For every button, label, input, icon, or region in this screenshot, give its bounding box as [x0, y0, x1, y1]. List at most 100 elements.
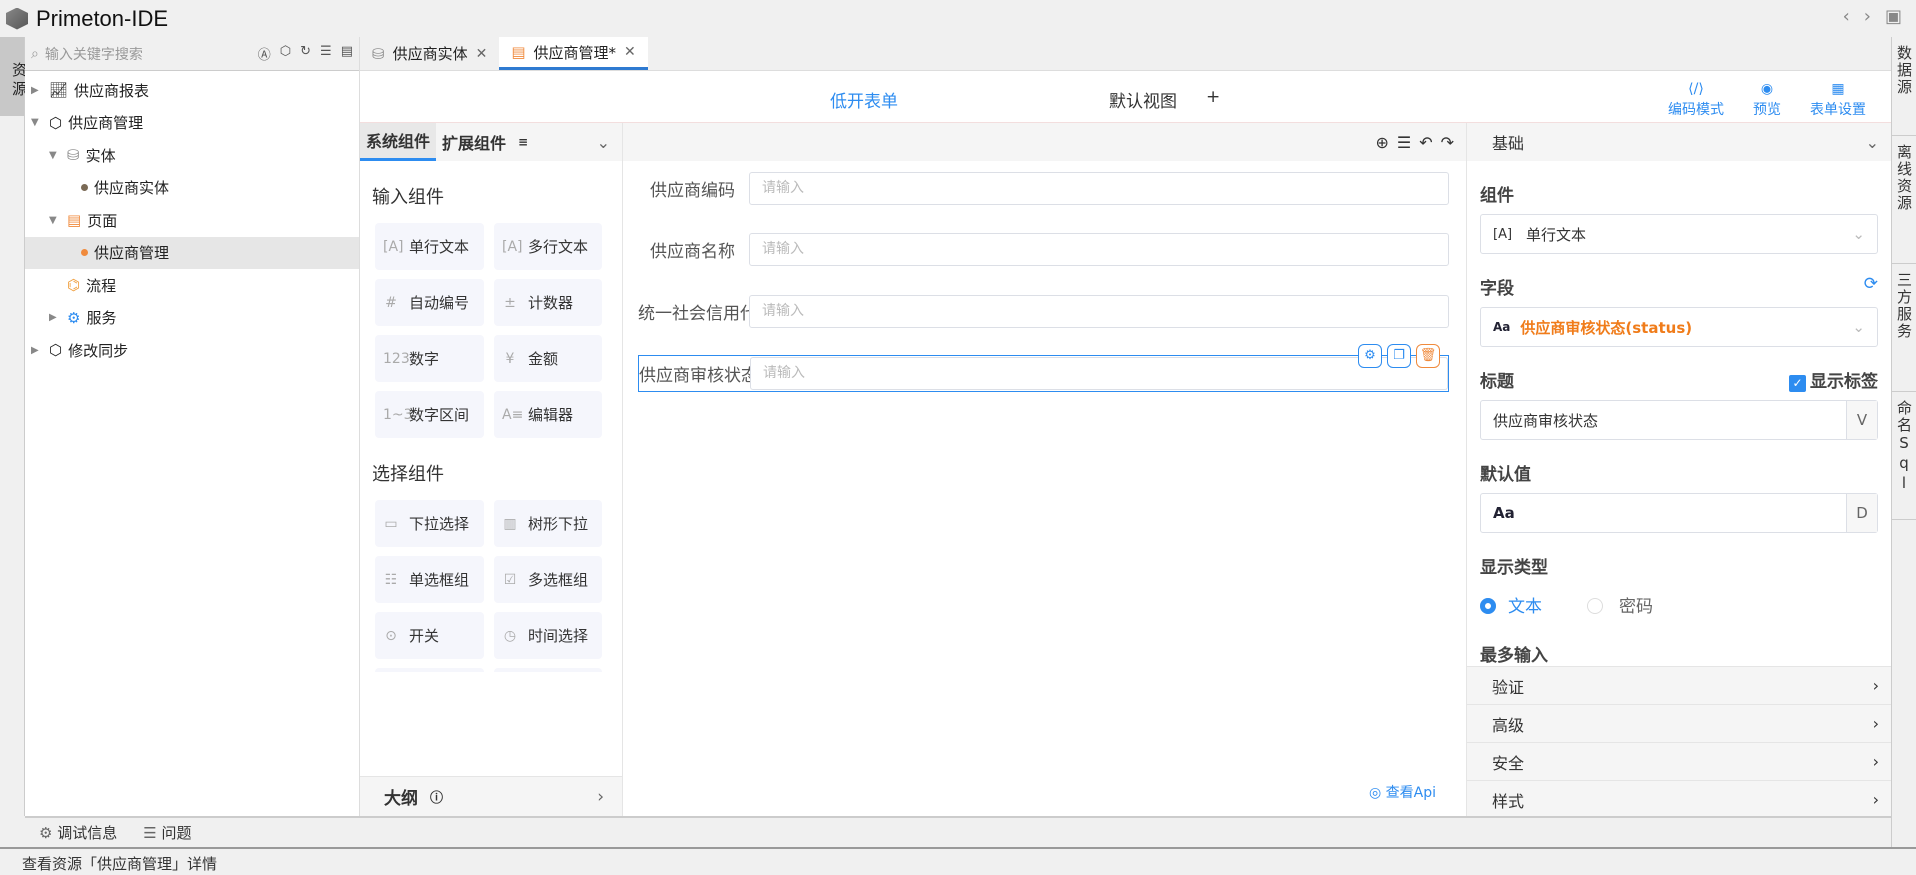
tree-item-entity-file[interactable]: 供应商实体 — [25, 172, 359, 205]
debug-tab[interactable]: ⚙ 调试信息 — [39, 822, 117, 843]
accordion-style[interactable]: 样式 › — [1467, 780, 1891, 818]
side-tab-datasource[interactable]: 数据源 — [1892, 37, 1916, 136]
redo-icon[interactable]: ↷ — [1441, 133, 1454, 152]
text-input[interactable]: 请输入 — [749, 233, 1449, 266]
component-card[interactable]: A≡ 编辑器 — [494, 391, 602, 438]
clock-icon: ◷ — [503, 627, 517, 644]
side-tab-offline[interactable]: 离线资源 — [1892, 136, 1916, 264]
tree-item-process[interactable]: ⌬ 流程 — [25, 269, 359, 302]
back-icon[interactable]: ‹ — [1843, 6, 1850, 27]
component-card[interactable]: ▥ 树形下拉 — [494, 500, 602, 547]
preview-button[interactable]: ◉ 预览 — [1753, 81, 1781, 119]
expand-arrow-icon[interactable]: ▶ — [49, 312, 61, 323]
settings-icon[interactable]: ⚙ — [1358, 344, 1382, 368]
delete-icon[interactable]: 🗑︎ — [1416, 344, 1440, 368]
collapse-arrow-icon[interactable]: ▼ — [49, 150, 61, 161]
tab-extension-components[interactable]: 扩展组件 — [436, 130, 512, 154]
component-card[interactable]: ☑ 多选框组 — [494, 556, 602, 603]
default-value-input[interactable]: Aa D — [1480, 493, 1878, 533]
add-view-button[interactable]: + — [1206, 87, 1220, 107]
component-card[interactable]: 1~3 数字区间 — [375, 391, 484, 438]
side-tab-named-sql[interactable]: 命名Sql — [1892, 392, 1916, 520]
menu-icon[interactable]: ≡ — [518, 135, 528, 149]
radio-password[interactable]: 密码 — [1587, 592, 1653, 617]
page-icon: ▤ — [67, 211, 82, 230]
tree-item-pages[interactable]: ▼ ▤ 页面 — [25, 204, 359, 237]
close-icon[interactable]: ✕ — [624, 44, 636, 60]
side-tab-third-party[interactable]: 三方服务 — [1892, 264, 1916, 392]
field-select[interactable]: Aa 供应商审核状态(status) ⌄ — [1480, 307, 1878, 347]
variable-button[interactable]: V — [1846, 401, 1877, 439]
text-input[interactable]: 请输入 — [749, 295, 1449, 328]
text-input[interactable]: 请输入 — [749, 172, 1449, 205]
text-input[interactable]: 请输入 — [750, 357, 1448, 390]
view-tab-lowcode-form[interactable]: 低开表单 — [830, 87, 898, 131]
tab-entity[interactable]: ⛁ 供应商实体 ✕ — [360, 37, 499, 70]
copy-icon[interactable]: ❐ — [1387, 344, 1411, 368]
chevron-down-icon: ⌄ — [1852, 318, 1865, 336]
ai-icon[interactable]: Ⓐ — [258, 44, 271, 63]
accordion-validation[interactable]: 验证 › — [1467, 666, 1891, 704]
chevron-down-icon[interactable]: ⌄ — [597, 133, 610, 152]
component-card[interactable]: ▦日期选择 — [375, 668, 484, 672]
form-settings-button[interactable]: ▦ 表单设置 — [1810, 81, 1866, 119]
refresh-icon[interactable]: ↻ — [300, 44, 311, 63]
component-card[interactable]: ⊙ 开关 — [375, 612, 484, 659]
component-card[interactable]: [A] 多行文本 — [494, 223, 602, 270]
view-api-link[interactable]: ◎ 查看Api — [1369, 782, 1436, 802]
collapse-arrow-icon[interactable]: ▼ — [31, 117, 43, 128]
tree-item-report[interactable]: ▶ 📈︎ 供应商报表 — [25, 74, 359, 107]
form-row-selected[interactable]: 供应商审核状态 请输入 ⚙ ❐ 🗑︎ — [638, 344, 1449, 392]
export-icon[interactable]: ▤ — [341, 44, 353, 63]
accordion-advanced[interactable]: 高级 › — [1467, 704, 1891, 742]
tree-item-page-file[interactable]: 供应商管理 — [25, 236, 359, 269]
basic-section-header[interactable]: 基础 ⌄ — [1467, 123, 1891, 161]
undo-icon[interactable]: ↶ — [1419, 133, 1432, 152]
component-card[interactable]: ◷ 时间选择 — [494, 612, 602, 659]
form-row[interactable]: 供应商编码 请输入 — [638, 171, 1449, 206]
add-cube-icon[interactable]: ⬡ — [280, 44, 291, 63]
component-card[interactable]: # 自动编号 — [375, 279, 484, 326]
close-icon[interactable]: ✕ — [476, 46, 488, 62]
show-label-checkbox[interactable]: ✓ 显示标签 — [1789, 367, 1878, 392]
resources-side-tab[interactable]: 资源 — [0, 37, 27, 116]
accordion-security[interactable]: 安全 › — [1467, 742, 1891, 780]
tab-page[interactable]: ▤ 供应商管理* ✕ — [499, 37, 648, 70]
tree-item-sync[interactable]: ▶ ⬡ 修改同步 — [25, 334, 359, 367]
form-row[interactable]: 供应商名称 请输入 — [638, 232, 1449, 267]
outline-section[interactable]: 大纲 ⓘ › — [360, 776, 622, 816]
resource-tree-panel: ⌕ 输入关键字搜索 Ⓐ ⬡ ↻ ☰ ▤ ▶ 📈︎ 供应商报表 ▼ ⬡ 供应商管理 ▼ ⛁ 实体 供应… — [25, 37, 360, 816]
globe-icon[interactable]: ⊕ — [1375, 133, 1388, 152]
collapse-icon[interactable]: ☰ — [320, 44, 332, 63]
title-input[interactable]: 供应商审核状态 V — [1480, 400, 1878, 440]
collapse-arrow-icon[interactable]: ▼ — [49, 215, 61, 226]
component-card[interactable]: [A] 单行文本 — [375, 223, 484, 270]
component-card[interactable]: 123 数字 — [375, 335, 484, 382]
tree-item-service[interactable]: ▶ ⚙ 服务 — [25, 302, 359, 335]
database-icon: ⛁ — [67, 146, 80, 165]
search-input[interactable]: 输入关键字搜索 — [45, 44, 143, 64]
view-tab-default-view[interactable]: 默认视图 — [1109, 87, 1177, 112]
tree-item-entity[interactable]: ▼ ⛁ 实体 — [25, 139, 359, 172]
save-icon[interactable]: ▣ — [1885, 6, 1902, 27]
forward-icon[interactable]: › — [1864, 6, 1871, 27]
tab-system-components[interactable]: 系统组件 — [360, 123, 437, 161]
expand-arrow-icon[interactable]: ▶ — [31, 85, 43, 96]
outline-icon[interactable]: ☰ — [1397, 133, 1411, 152]
component-card[interactable]: ☷ 单选框组 — [375, 556, 484, 603]
range-icon: 1~3 — [383, 406, 413, 423]
default-button[interactable]: D — [1846, 494, 1877, 532]
tree-item-module[interactable]: ▼ ⬡ 供应商管理 — [25, 107, 359, 140]
sync-icon[interactable]: ⟳ — [1864, 274, 1878, 299]
component-card[interactable]: ¥ 金额 — [494, 335, 602, 382]
code-mode-button[interactable]: ⟨/⟩ 编码模式 — [1668, 81, 1724, 119]
component-card[interactable]: ▦日期区间 — [494, 668, 602, 672]
expand-arrow-icon[interactable]: ▶ — [31, 345, 43, 356]
problems-tab[interactable]: ☰ 问题 — [143, 822, 191, 843]
chevron-right-icon[interactable]: › — [597, 787, 604, 807]
form-row[interactable]: 统一社会信用代码请输入 — [638, 294, 1449, 329]
component-card[interactable]: ▭ 下拉选择 — [375, 500, 484, 547]
radio-text[interactable]: 文本 — [1480, 592, 1587, 617]
component-select[interactable]: [A] 单行文本 ⌄ — [1480, 214, 1878, 254]
component-card[interactable]: ± 计数器 — [494, 279, 602, 326]
